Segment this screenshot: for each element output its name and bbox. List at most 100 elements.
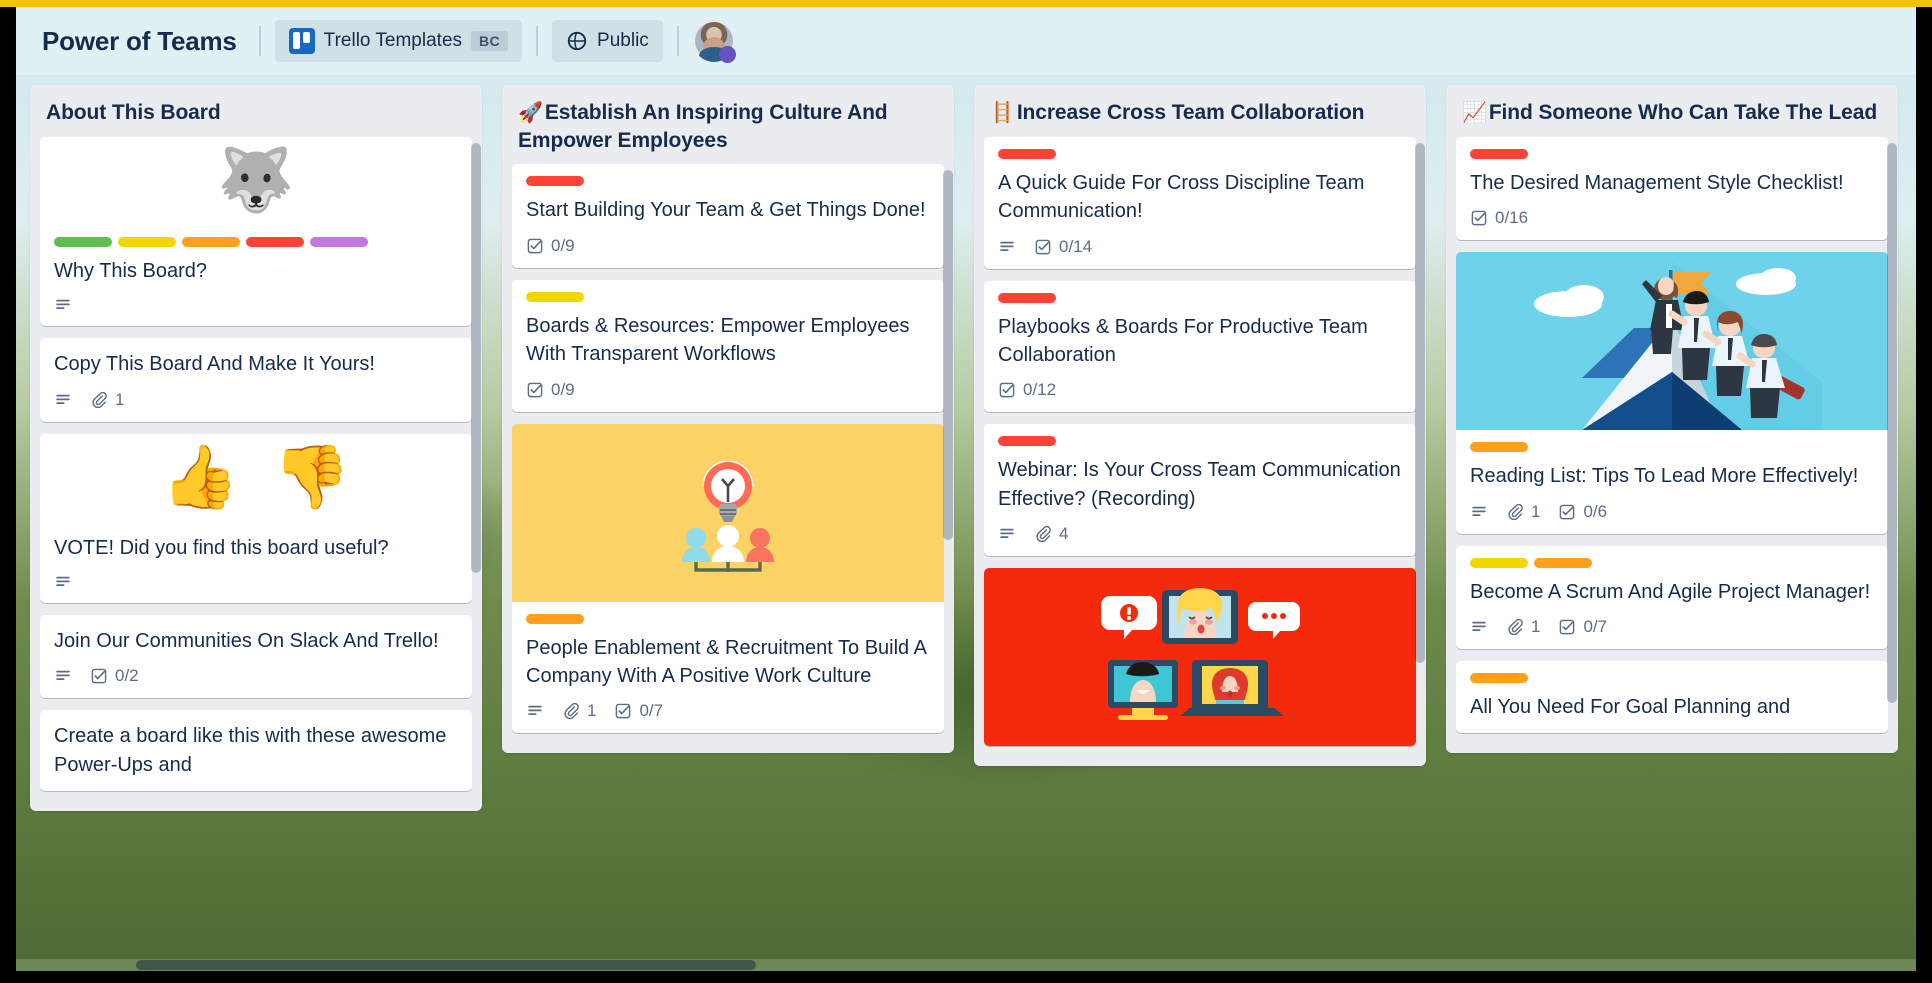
card-video-call-card[interactable] — [984, 568, 1416, 747]
list-cards-find-someone-who-can-take-the-lead: The Desired Management Style Checklist! 0… — [1446, 136, 1898, 754]
card-body: People Enablement & Recruitment To Build… — [512, 602, 944, 734]
card-body: All You Need For Goal Planning and — [1456, 661, 1888, 733]
card-quick-guide-cross-discipline[interactable]: A Quick Guide For Cross Discipline Team … — [984, 136, 1416, 269]
label-orange[interactable] — [1470, 672, 1528, 683]
label-green[interactable] — [54, 236, 112, 247]
card-desired-management-style-checklist[interactable]: The Desired Management Style Checklist! 0… — [1456, 136, 1888, 241]
card-title: Webinar: Is Your Cross Team Communicatio… — [998, 459, 1401, 510]
header-divider — [258, 26, 261, 56]
description-badge — [54, 573, 72, 591]
checklist-count: 0/7 — [639, 701, 664, 721]
list-header-about-this-board[interactable]: About This Board — [30, 85, 482, 137]
label-orange[interactable] — [526, 613, 584, 624]
trello-logo-icon — [288, 28, 315, 54]
card-title: A Quick Guide For Cross Discipline Team … — [998, 171, 1365, 223]
visibility-button[interactable]: Public — [552, 20, 663, 62]
list-header-increase-cross-team-collaboration[interactable]: 🪜Increase Cross Team Collaboration — [974, 85, 1426, 137]
label-orange[interactable] — [182, 236, 240, 247]
attachment-badge: 1 — [90, 390, 124, 410]
board-title[interactable]: Power of Teams — [34, 26, 245, 57]
card-labels — [1470, 557, 1874, 568]
list-cards-about-this-board: 🐺 Why This Board? Copy This Board And Make… — [30, 136, 482, 811]
list-scrollbar-establish-inspiring-culture[interactable] — [943, 170, 953, 541]
list-title: Increase Cross Team Collaboration — [1016, 101, 1365, 124]
list-scrollbar-increase-cross-team-collaboration[interactable] — [1415, 142, 1425, 663]
label-orange[interactable] — [1470, 442, 1528, 453]
attachment-badge: 1 — [1506, 617, 1540, 637]
card-cover-emoji: 🐺 — [40, 136, 472, 225]
lists-container: About This Board 🐺 Why This Board? Copy Thi… — [16, 75, 1916, 971]
list-header-find-someone-who-can-take-the-lead[interactable]: 📈Find Someone Who Can Take The Lead — [1446, 85, 1898, 137]
label-yellow[interactable] — [1470, 557, 1528, 568]
list-find-someone-who-can-take-the-lead: 📈Find Someone Who Can Take The Lead The D… — [1446, 85, 1898, 754]
card-join-communities[interactable]: Join Our Communities On Slack And Trello… — [40, 614, 472, 699]
card-labels — [1470, 442, 1874, 453]
checklist-badge: 0/7 — [1558, 617, 1607, 637]
card-create-a-board-powerups[interactable]: Create a board like this with these awes… — [40, 710, 472, 792]
card-body: A Quick Guide For Cross Discipline Team … — [984, 137, 1416, 269]
label-red[interactable] — [998, 292, 1056, 303]
globe-icon — [567, 31, 587, 51]
workspace-button[interactable]: Trello Templates BC — [274, 20, 523, 62]
checklist-count: 0/9 — [551, 379, 575, 399]
label-red[interactable] — [998, 436, 1056, 447]
card-badges: 1 0/6 — [1470, 502, 1874, 522]
label-red[interactable] — [246, 236, 304, 247]
label-red[interactable] — [526, 176, 584, 187]
card-copy-this-board[interactable]: Copy This Board And Make It Yours! 1 — [40, 338, 472, 422]
card-body: Join Our Communities On Slack And Trello… — [40, 615, 472, 698]
label-orange[interactable] — [1534, 557, 1592, 568]
label-red[interactable] — [998, 148, 1056, 159]
card-title: Copy This Board And Make It Yours! — [54, 353, 375, 376]
list-emoji-icon: 📈 — [1462, 102, 1487, 124]
label-yellow[interactable] — [118, 236, 176, 247]
visibility-label: Public — [597, 30, 649, 51]
card-playbooks-and-boards[interactable]: Playbooks & Boards For Productive Team C… — [984, 280, 1416, 413]
board-header: Power of Teams Trello Templates BC Publi… — [16, 7, 1916, 75]
card-badges: 1 0/7 — [526, 701, 930, 721]
card-title: Playbooks & Boards For Productive Team C… — [998, 315, 1368, 366]
checklist-count: 0/14 — [1059, 236, 1093, 256]
avatar[interactable] — [692, 20, 736, 63]
label-purple[interactable] — [310, 236, 368, 247]
card-badges: 0/12 — [998, 380, 1402, 400]
card-become-scrum-agile-project-manager[interactable]: Become A Scrum And Agile Project Manager… — [1456, 545, 1888, 649]
list-increase-cross-team-collaboration: 🪜Increase Cross Team Collaboration A Quic… — [974, 85, 1426, 767]
label-yellow[interactable] — [526, 291, 584, 302]
checklist-count: 0/2 — [115, 666, 139, 686]
board-viewport: Power of Teams Trello Templates BC Publi… — [16, 7, 1916, 971]
card-title: Start Building Your Team & Get Things Do… — [526, 199, 926, 222]
attachment-count: 1 — [115, 389, 125, 409]
card-title: Reading List: Tips To Lead More Effectiv… — [1470, 465, 1859, 488]
card-title: Join Our Communities On Slack And Trello… — [54, 629, 439, 652]
card-why-this-board[interactable]: 🐺 Why This Board? — [40, 136, 472, 327]
card-badges: 4 — [998, 524, 1402, 544]
card-body: Become A Scrum And Agile Project Manager… — [1456, 546, 1888, 649]
card-people-enablement-recruitment[interactable]: People Enablement & Recruitment To Build… — [512, 423, 944, 734]
list-scrollbar-find-someone-who-can-take-the-lead[interactable] — [1887, 142, 1897, 703]
card-title: The Desired Management Style Checklist! — [1470, 171, 1844, 194]
card-badges: 0/14 — [998, 237, 1402, 257]
list-scrollbar-about-this-board[interactable] — [471, 142, 481, 573]
checklist-count: 0/9 — [551, 235, 575, 255]
board-scrollbar-thumb[interactable] — [136, 960, 756, 970]
card-labels — [1470, 672, 1874, 683]
list-about-this-board: About This Board 🐺 Why This Board? Copy Thi… — [30, 85, 482, 812]
frame-bottom — [0, 971, 1932, 983]
card-webinar-cross-team-communication[interactable]: Webinar: Is Your Cross Team Communicatio… — [984, 424, 1416, 557]
board-horizontal-scrollbar[interactable] — [16, 959, 1916, 971]
card-boards-and-resources[interactable]: Boards & Resources: Empower Employees Wi… — [512, 279, 944, 412]
checklist-badge: 0/9 — [526, 236, 575, 256]
top-accent-bar — [0, 0, 1932, 7]
attachment-count: 4 — [1059, 524, 1069, 544]
card-body: Why This Board? — [40, 225, 472, 326]
card-title: Create a board like this with these awes… — [54, 725, 447, 776]
list-header-establish-inspiring-culture[interactable]: 🚀Establish An Inspiring Culture And Empo… — [502, 85, 954, 164]
card-body: The Desired Management Style Checklist! 0… — [1456, 137, 1888, 240]
card-start-building-your-team[interactable]: Start Building Your Team & Get Things Do… — [512, 164, 944, 268]
label-red[interactable] — [1470, 148, 1528, 159]
checklist-count: 0/7 — [1583, 616, 1608, 636]
card-reading-list-lead-more-effectively[interactable]: Reading List: Tips To Lead More Effectiv… — [1456, 252, 1888, 534]
card-all-you-need-goal-planning[interactable]: All You Need For Goal Planning and — [1456, 660, 1888, 734]
card-vote-useful[interactable]: 👍 👎 VOTE! Did you find this board useful? — [40, 433, 472, 603]
